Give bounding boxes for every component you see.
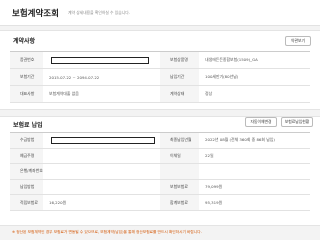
insurance-period-value: 2015.07.22 ~ 2094.07.22 <box>49 74 100 80</box>
masked-policy-number <box>51 57 149 64</box>
bank-account-value <box>43 164 160 179</box>
transfer-day-value: 22일 <box>205 152 214 158</box>
table-row: 증권번호 보험상품명 내생애든든종합보험(1509)_GA <box>10 52 310 69</box>
table-row: 납입방법 보험보험료 79,099원 <box>10 179 310 196</box>
page-title: 보험계약조회 <box>12 9 59 19</box>
policy-number-label: 증권번호 <box>10 52 43 68</box>
collection-method-label: 수금방법 <box>10 133 43 148</box>
total-premium-label: 합계보험료 <box>160 195 199 210</box>
payment-history-button[interactable]: 보험료납입현황 <box>281 117 313 127</box>
table-row: 예금주명 이체일 22일 <box>10 148 310 165</box>
contract-status-value: 정상 <box>205 91 213 96</box>
last-payment-month-value: 2022년 08월 (전체 360회 중 86회 납입) <box>205 137 275 143</box>
payment-method-value <box>43 180 160 195</box>
table-row: 적립보험료 16,220원 합계보험료 95,319원 <box>10 195 310 211</box>
view-terms-button[interactable]: 약관보기 <box>285 36 311 46</box>
loan-status-value: 보험계약대출 없음 <box>49 91 79 96</box>
savings-premium-label: 적립보험료 <box>10 195 43 210</box>
account-holder-value <box>43 149 160 164</box>
account-holder-label: 예금주명 <box>10 148 43 164</box>
change-auto-transfer-button[interactable]: 자동이체변경 <box>245 117 277 127</box>
policy-number-value <box>43 52 160 68</box>
payment-table: 수금방법 최종납입년월 2022년 08월 (전체 360회 중 86회 납입)… <box>10 132 310 211</box>
product-name-value: 내생애든든종합보험(1509)_GA <box>205 57 258 62</box>
loan-status-label: 대표사항 <box>10 86 43 102</box>
table-row: 보험기간 2015.07.22 ~ 2094.07.22 납입기간 100세만기… <box>10 69 310 86</box>
payment-method-label: 납입방법 <box>10 179 43 195</box>
bank-account-label: 은행/계좌번호 <box>10 164 43 179</box>
page-header: 보험계약조회 계약 상세내용을 확인하실 수 있습니다. <box>0 0 320 26</box>
payment-period-value: 100세만기(80년납) <box>205 74 239 79</box>
payment-period-label: 납입기간 <box>160 69 199 85</box>
product-name-label: 보험상품명 <box>160 52 199 68</box>
contract-status-label: 계약상태 <box>160 86 199 102</box>
table-row: 은행/계좌번호 <box>10 164 310 180</box>
total-premium-value: 95,319원 <box>205 199 223 205</box>
empty-value <box>199 164 310 179</box>
last-payment-month-label: 최종납입년월 <box>160 133 199 148</box>
payment-notice: ※ 정산된 보험계약인 경우 보험료가 변동될 수 있으므로, 보험계약(납입)… <box>12 230 202 234</box>
table-row: 대표사항 보험계약대출 없음 계약상태 정상 <box>10 86 310 103</box>
contract-details-section: 계약사항 약관보기 증권번호 보험상품명 내생애든든종합보험(1509)_GA … <box>0 30 320 110</box>
premium-payment-section: 보험료 납입 자동이체변경 보험료납입현황 수금방법 최종납입년월 2022년 … <box>0 116 320 226</box>
table-row: 수금방법 최종납입년월 2022년 08월 (전체 360회 중 86회 납입) <box>10 133 310 149</box>
empty-label <box>160 164 199 179</box>
contract-table: 증권번호 보험상품명 내생애든든종합보험(1509)_GA 보험기간 2015.… <box>10 51 310 103</box>
insurance-period-label: 보험기간 <box>10 69 43 85</box>
transfer-day-label: 이체일 <box>160 148 199 164</box>
masked-collection-method <box>51 137 155 144</box>
page-subtitle: 계약 상세내용을 확인하실 수 있습니다. <box>68 10 130 15</box>
contract-toolbar: 약관보기 <box>0 36 320 46</box>
savings-premium-value: 16,220원 <box>49 199 67 205</box>
payment-toolbar: 자동이체변경 보험료납입현황 <box>0 117 320 127</box>
base-premium-value: 79,099원 <box>205 184 223 190</box>
collection-method-value <box>43 133 160 148</box>
base-premium-label: 보험보험료 <box>160 179 199 195</box>
